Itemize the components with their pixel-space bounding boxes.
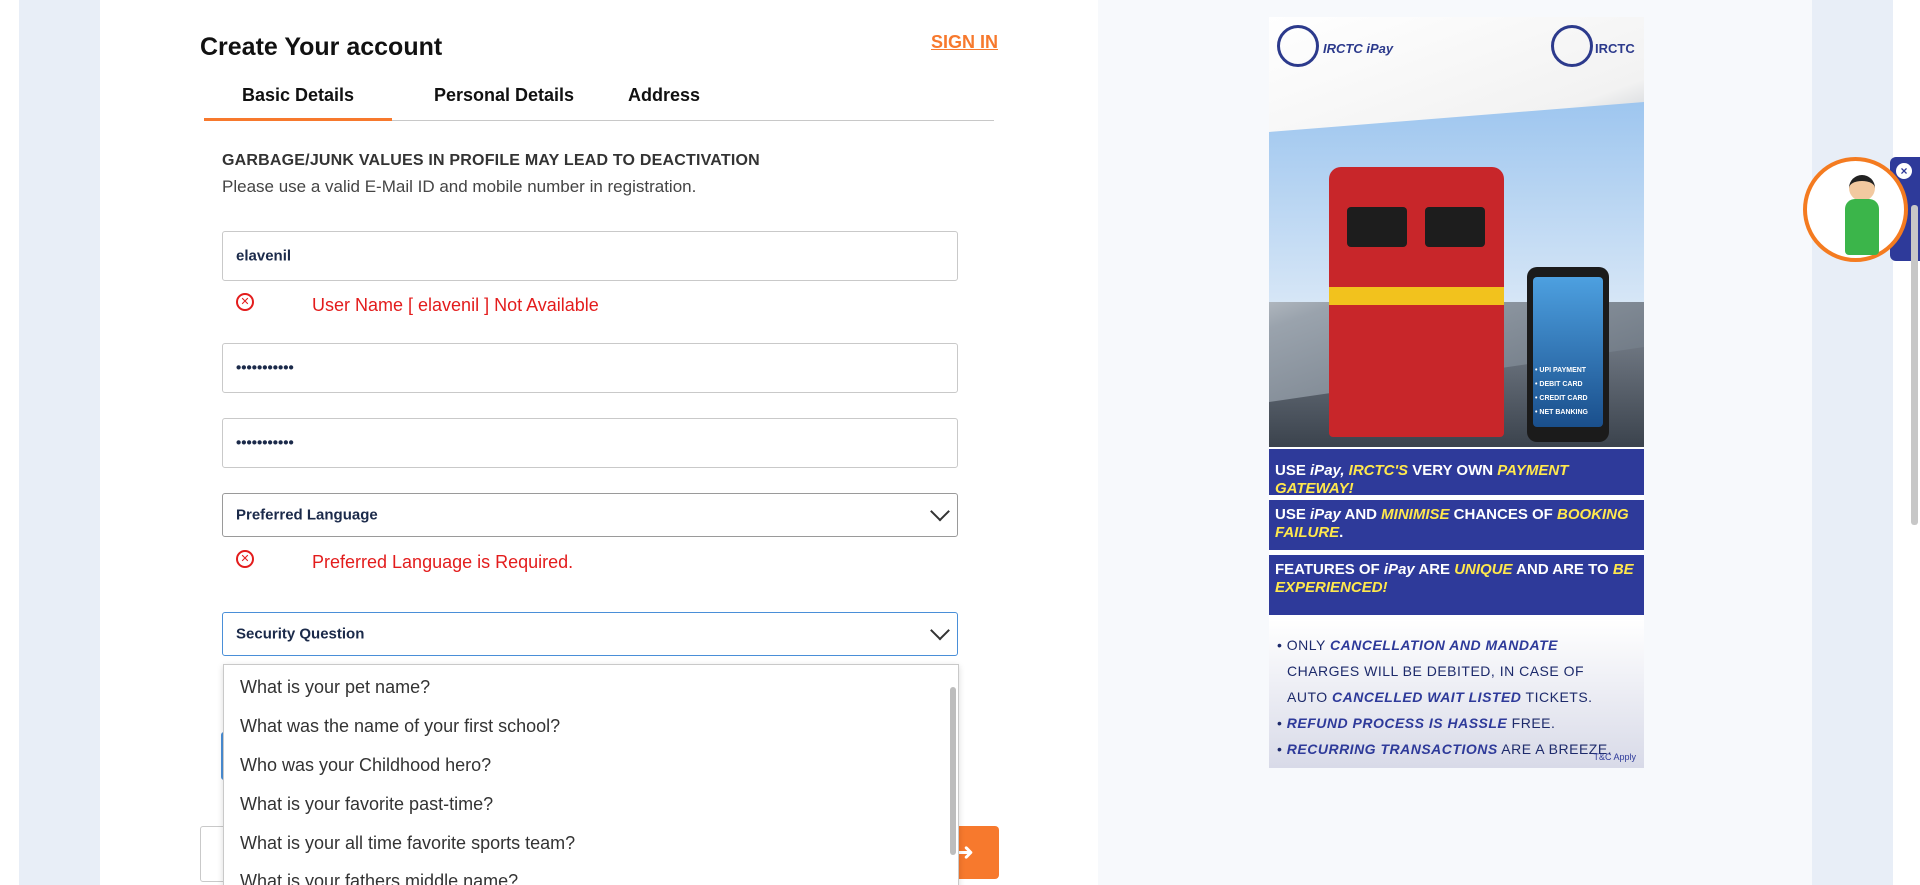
confirm-password-field[interactable]: ••••••••••• <box>222 418 958 468</box>
sign-in-link[interactable]: SIGN IN <box>931 32 998 53</box>
ad-list-text: FREE. <box>1507 715 1556 731</box>
page-scrollbar[interactable] <box>1911 205 1918 525</box>
phone-label: • DEBIT CARD <box>1535 381 1583 388</box>
tab-basic-details[interactable]: Basic Details <box>204 80 392 121</box>
ad-list-item: • RECURRING TRANSACTIONS ARE A BREEZE. <box>1277 736 1636 762</box>
ad-list-text: CANCELLATION AND MANDATE <box>1330 637 1558 653</box>
ipay-brand: IRCTC iPay <box>1323 41 1394 56</box>
ad-band-text: UNIQUE <box>1454 561 1513 578</box>
phone-screen <box>1533 277 1603 427</box>
security-question-dropdown: What is your pet name? What was the name… <box>223 664 959 885</box>
password-value: ••••••••••• <box>236 359 294 377</box>
ad-band-text: iPay <box>1310 506 1341 523</box>
ad-band-text: USE <box>1275 506 1311 523</box>
ad-band-3: FEATURES OF iPay ARE UNIQUE AND ARE TO B… <box>1269 555 1644 615</box>
ad-list-text: REFUND PROCESS IS HASSLE <box>1286 715 1508 731</box>
close-icon[interactable]: × <box>1896 163 1912 179</box>
ad-band-text: iPay <box>1383 561 1415 578</box>
phone-image: • UPI PAYMENT • DEBIT CARD • CREDIT CARD… <box>1527 267 1609 442</box>
ad-list-item: CHARGES WILL BE DEBITED, IN CASE OF <box>1277 658 1636 684</box>
page-title: Create Your account <box>200 33 443 61</box>
train-window <box>1425 207 1485 247</box>
phone-label: • UPI PAYMENT <box>1535 367 1587 374</box>
dropdown-option[interactable]: What is your favorite past-time? <box>240 794 493 815</box>
language-error: Preferred Language is Required. <box>312 552 574 572</box>
phone-label: • NET BANKING <box>1535 409 1589 416</box>
ad-terms: T&C Apply <box>1593 752 1636 762</box>
preferred-language-select[interactable]: Preferred Language <box>222 493 958 537</box>
ad-band-2: USE iPay AND MINIMISE CHANCES OF BOOKING… <box>1269 500 1644 550</box>
ad-list-text: RECURRING TRANSACTIONS <box>1286 741 1498 757</box>
ad-band-text: AND ARE TO <box>1512 561 1613 578</box>
dropdown-option[interactable]: What was the name of your first school? <box>240 716 560 737</box>
tab-address[interactable]: Address <box>609 80 719 118</box>
dropdown-option[interactable]: Who was your Childhood hero? <box>240 755 491 776</box>
train-image <box>1329 167 1504 437</box>
ad-band-1: USE iPay, IRCTC'S VERY OWN PAYMENT GATEW… <box>1269 449 1644 497</box>
ad-band-text: VERY OWN <box>1408 462 1498 479</box>
irctc-logo-icon <box>1551 25 1593 67</box>
error-circle-icon: ✕ <box>236 293 254 311</box>
security-question-select[interactable]: Security Question <box>222 612 958 656</box>
irctc-brand: IRCTC <box>1595 41 1635 56</box>
ad-list-text: TICKETS. <box>1521 689 1593 705</box>
ad-list-text: • <box>1277 741 1287 757</box>
error-circle-icon: ✕ <box>236 550 254 568</box>
phone-label: • CREDIT CARD <box>1535 395 1588 402</box>
password-field[interactable]: ••••••••••• <box>222 343 958 393</box>
tab-personal-details[interactable]: Personal Details <box>414 80 594 118</box>
dropdown-option[interactable]: What is your pet name? <box>240 677 430 698</box>
ad-band-text: . <box>1339 524 1344 541</box>
ad-band-text: IRCTC'S <box>1348 462 1409 479</box>
train-window <box>1347 207 1407 247</box>
ad-list-text: AUTO <box>1287 689 1333 705</box>
ad-list-text: • ONLY <box>1277 637 1331 653</box>
username-value: elavenil <box>236 247 292 265</box>
dropdown-scrollbar[interactable] <box>950 687 956 855</box>
username-error: User Name [ elavenil ] Not Available <box>312 295 599 315</box>
chatbot-body <box>1845 199 1879 255</box>
notice-text: Please use a valid E-Mail ID and mobile … <box>222 177 697 196</box>
ad-list-item: • ONLY CANCELLATION AND MANDATE <box>1277 632 1636 658</box>
chatbot-head <box>1849 175 1875 201</box>
train-stripe <box>1329 287 1504 305</box>
ad-band-text: MINIMISE <box>1381 506 1450 523</box>
ad-list-text: CANCELLED WAIT LISTED <box>1332 689 1522 705</box>
ad-list-text: • <box>1277 715 1287 731</box>
chevron-down-icon <box>930 501 950 522</box>
ipay-advertisement[interactable]: • UPI PAYMENT • DEBIT CARD • CREDIT CARD… <box>1269 17 1644 768</box>
ad-band-text: iPay, <box>1310 462 1349 479</box>
left-margin <box>0 0 19 885</box>
chevron-down-icon <box>930 620 950 641</box>
registration-tabs: Basic Details Personal Details Address <box>204 80 994 121</box>
irctc-logo-icon <box>1277 25 1319 67</box>
ad-band-text: CHANCES OF <box>1449 506 1558 523</box>
ad-feature-list: • ONLY CANCELLATION AND MANDATE CHARGES … <box>1269 620 1644 768</box>
chatbot-avatar[interactable] <box>1803 157 1908 262</box>
dropdown-option[interactable]: What is your all time favorite sports te… <box>240 833 575 854</box>
notice-title: GARBAGE/JUNK VALUES IN PROFILE MAY LEAD … <box>222 152 760 169</box>
ad-band-text: FEATURES OF <box>1275 561 1384 578</box>
preferred-language-placeholder: Preferred Language <box>236 506 378 524</box>
ad-band-text: AND <box>1340 506 1382 523</box>
ad-list-text: CHARGES WILL BE DEBITED, IN CASE OF <box>1287 663 1585 679</box>
username-field[interactable]: elavenil <box>222 231 958 281</box>
ad-list-item: AUTO CANCELLED WAIT LISTED TICKETS. <box>1277 684 1636 710</box>
ad-list-item: • REFUND PROCESS IS HASSLE FREE. <box>1277 710 1636 736</box>
ad-band-text: USE <box>1275 462 1311 479</box>
page: Create Your account SIGN IN Basic Detail… <box>0 0 1920 885</box>
security-question-placeholder: Security Question <box>236 625 365 643</box>
dropdown-option[interactable]: What is your fathers middle name? <box>240 871 518 885</box>
confirm-password-value: ••••••••••• <box>236 434 294 452</box>
ad-band-text: ARE <box>1414 561 1455 578</box>
